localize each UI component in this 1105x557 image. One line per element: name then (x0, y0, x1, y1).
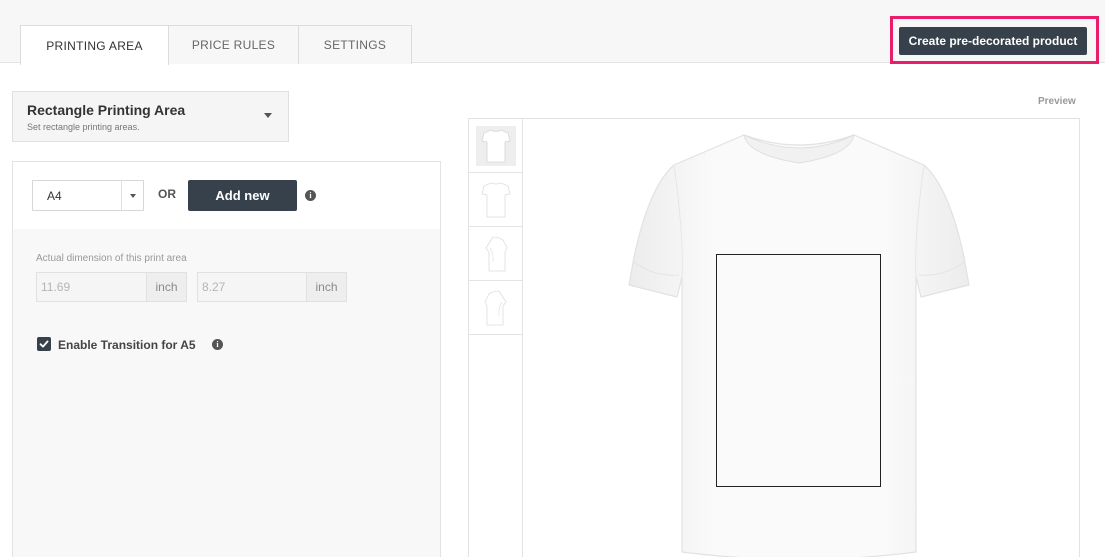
enable-transition-label: Enable Transition for A5 (58, 338, 196, 352)
tab-printing-area[interactable]: PRINTING AREA (20, 25, 169, 65)
thumbnail-back-view[interactable] (469, 173, 522, 227)
tab-price-rules[interactable]: PRICE RULES (168, 25, 299, 64)
preview-canvas (468, 118, 1080, 557)
preview-label: Preview (1038, 96, 1076, 107)
tab-settings[interactable]: SETTINGS (298, 25, 412, 64)
thumbnail-left-view[interactable] (469, 227, 522, 281)
active-thumbnail-highlight (475, 125, 516, 166)
thumbnail-front-view[interactable] (469, 119, 522, 173)
dimension-label: Actual dimension of this print area (36, 253, 187, 264)
create-pre-decorated-product-button[interactable]: Create pre-decorated product (899, 27, 1087, 55)
select-divider (121, 181, 122, 210)
tshirt-side-icon (485, 236, 507, 271)
tshirt-front-icon (481, 129, 510, 162)
or-label: OR (158, 187, 176, 201)
caret-down-icon (264, 113, 272, 118)
printing-area-settings-panel: A4 OR Add new i Actual dimension of this… (12, 161, 441, 557)
area-type-title: Rectangle Printing Area (27, 102, 186, 118)
width-input[interactable] (36, 272, 147, 302)
create-button-highlight: Create pre-decorated product (890, 16, 1099, 64)
tshirt-side-icon (484, 290, 506, 325)
caret-down-icon (130, 194, 136, 198)
add-new-button[interactable]: Add new (188, 180, 297, 211)
tab-bar: PRINTING AREA PRICE RULES SETTINGS (20, 25, 412, 65)
printing-area-type-dropdown[interactable]: Rectangle Printing Area Set rectangle pr… (12, 91, 289, 142)
height-unit: inch (306, 272, 347, 302)
print-size-select[interactable]: A4 (32, 180, 144, 211)
top-bar: PRINTING AREA PRICE RULES SETTINGS Creat… (0, 0, 1105, 65)
tshirt-back-icon (481, 182, 510, 217)
info-icon[interactable]: i (305, 190, 316, 201)
enable-transition-checkbox[interactable] (37, 337, 51, 351)
printing-area-rectangle[interactable] (716, 254, 881, 487)
info-icon[interactable]: i (212, 339, 223, 350)
view-thumbnails (469, 119, 523, 557)
check-icon (39, 340, 49, 348)
width-unit: inch (146, 272, 187, 302)
thumbnail-right-view[interactable] (469, 281, 522, 335)
area-type-subtitle: Set rectangle printing areas. (27, 122, 140, 132)
height-input[interactable] (197, 272, 308, 302)
print-size-value: A4 (47, 189, 62, 203)
